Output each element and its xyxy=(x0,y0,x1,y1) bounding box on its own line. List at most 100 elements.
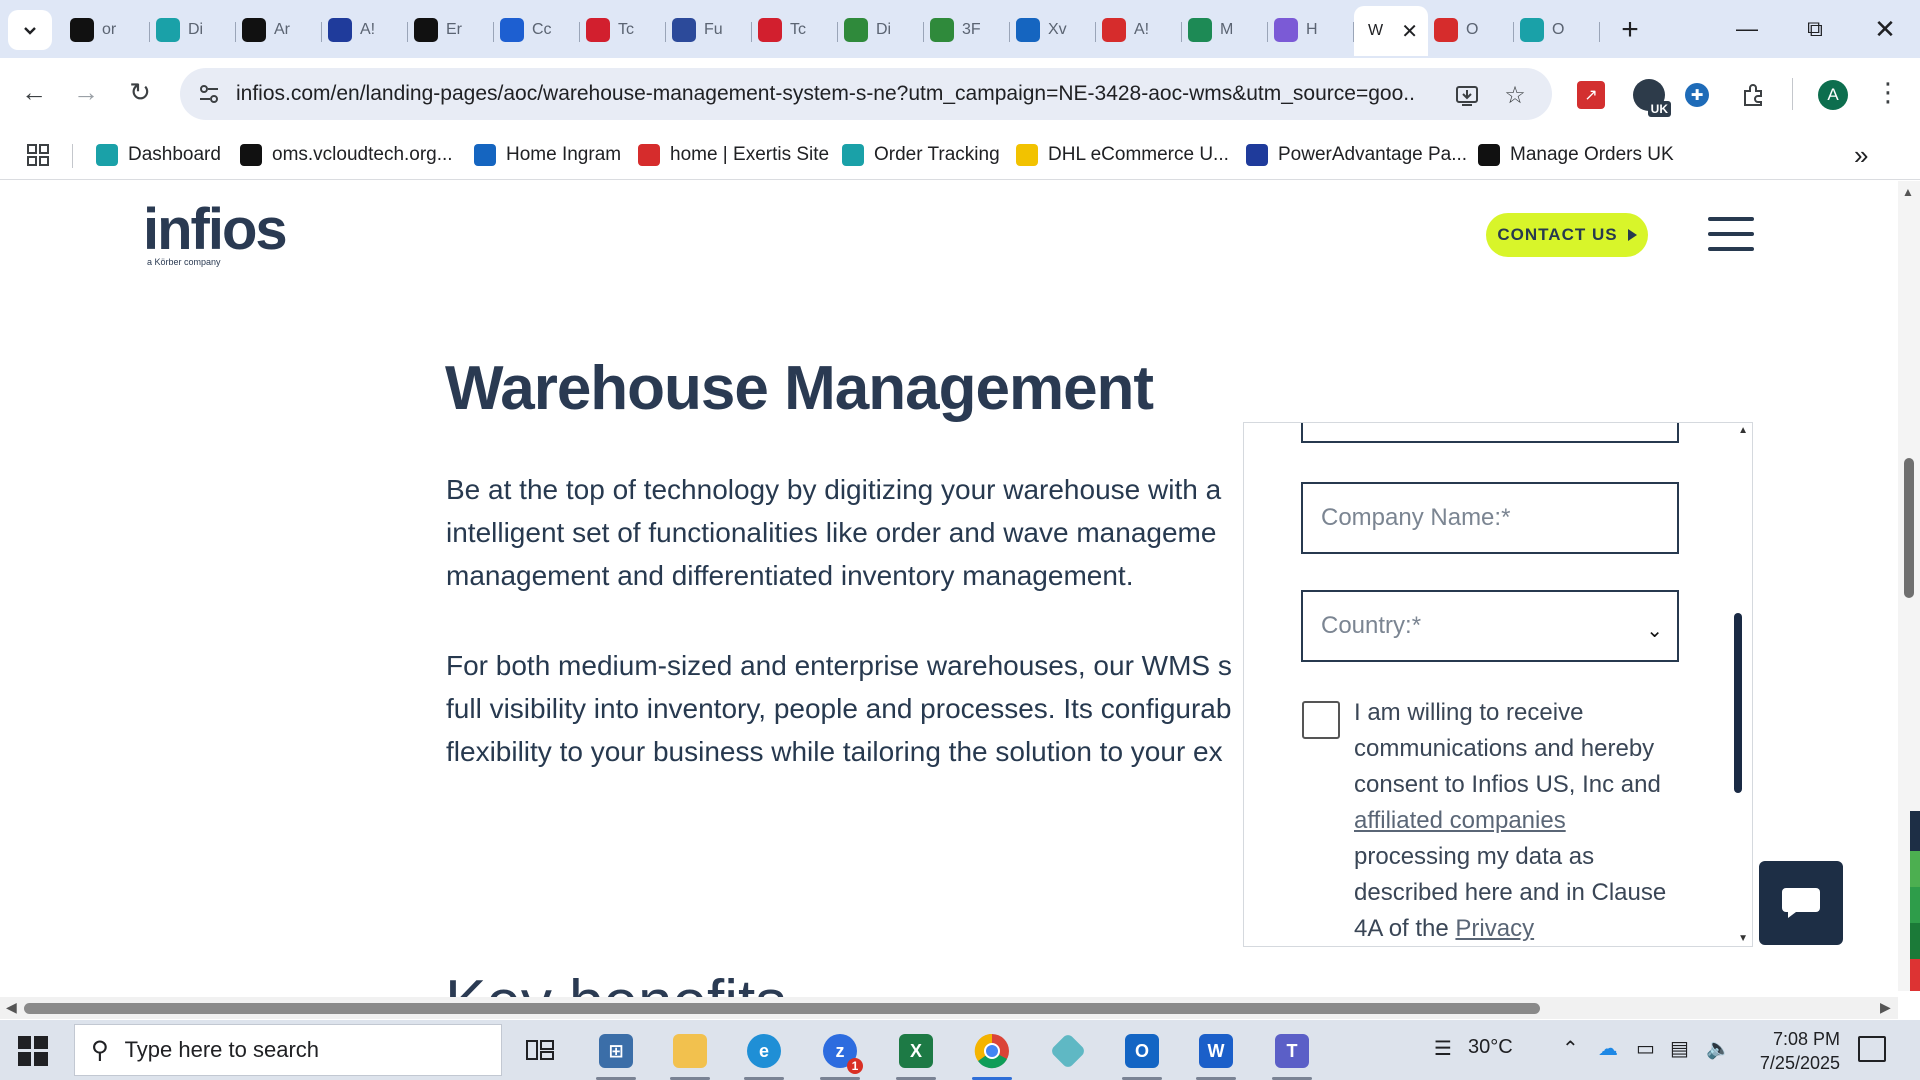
privacy-link[interactable]: Privacy xyxy=(1455,915,1534,942)
infios-logo[interactable]: infios a Körber company xyxy=(143,197,288,268)
bookmark-item[interactable]: Order Tracking xyxy=(842,140,1000,170)
tab-title: Ar xyxy=(274,21,290,38)
browser-tab[interactable]: O xyxy=(1428,8,1514,52)
chat-button[interactable] xyxy=(1759,861,1843,945)
page-horizontal-scrollbar[interactable]: ◀ ▶ xyxy=(0,997,1898,1019)
browser-tab[interactable]: 3F xyxy=(924,8,1010,52)
chrome-app-icon[interactable] xyxy=(964,1028,1020,1080)
edge-browser-icon[interactable]: e xyxy=(736,1028,792,1080)
browser-tab[interactable]: Er xyxy=(408,8,494,52)
scroll-left-icon[interactable]: ◀ xyxy=(6,999,17,1016)
windows-start-icon[interactable] xyxy=(18,1036,48,1066)
browser-tab[interactable]: A! xyxy=(1096,8,1182,52)
affiliated-companies-link[interactable]: affiliated companies xyxy=(1354,807,1566,834)
install-app-icon[interactable] xyxy=(1452,80,1482,110)
address-bar[interactable]: infios.com/en/landing-pages/aoc/warehous… xyxy=(180,68,1552,120)
forward-button[interactable]: → xyxy=(66,72,106,112)
taskbar-search-box[interactable]: ⚲ Type here to search xyxy=(74,1024,502,1076)
company-name-field[interactable]: Company Name:* xyxy=(1301,482,1679,554)
extensions-puzzle-icon[interactable] xyxy=(1736,78,1770,112)
outlook-app-icon[interactable]: O xyxy=(1114,1028,1170,1080)
word-app-icon[interactable]: W xyxy=(1188,1028,1244,1080)
c-icon xyxy=(586,18,610,42)
uk-extension-icon[interactable]: UK xyxy=(1632,78,1671,117)
hamburger-menu-icon[interactable] xyxy=(1708,217,1754,251)
show-hidden-icons-icon[interactable]: ⌃ xyxy=(1562,1036,1579,1061)
bookmark-item[interactable]: Manage Orders UK xyxy=(1478,140,1674,170)
browser-tab[interactable]: Tc xyxy=(580,8,666,52)
onedrive-icon[interactable]: ☁ xyxy=(1598,1036,1618,1061)
calculator-app-icon[interactable]: ⊞ xyxy=(588,1028,644,1080)
back-button[interactable]: ← xyxy=(14,72,54,112)
form-scroll-down-icon[interactable]: ▼ xyxy=(1738,933,1748,944)
previous-field[interactable] xyxy=(1301,423,1679,443)
browser-tab[interactable]: Di xyxy=(150,8,236,52)
bookmark-item[interactable]: DHL eCommerce U... xyxy=(1016,140,1229,170)
logo-text: infios xyxy=(143,197,288,262)
clock[interactable]: 7:08 PM 7/25/2025 xyxy=(1750,1027,1840,1075)
scroll-right-icon[interactable]: ▶ xyxy=(1880,999,1891,1016)
bookmark-star-icon[interactable]: ☆ xyxy=(1500,80,1530,110)
e-icon xyxy=(638,144,660,166)
pdf-extension-icon[interactable]: ↗ xyxy=(1574,78,1608,112)
browser-tab[interactable]: Xv xyxy=(1010,8,1096,52)
temperature-text[interactable]: 30°C xyxy=(1468,1036,1513,1059)
bookmark-item[interactable]: oms.vcloudtech.org... xyxy=(240,140,453,170)
lead-form-panel[interactable]: Company Name:* Country:* ⌄ I am willing … xyxy=(1243,422,1753,947)
bookmark-label: DHL eCommerce U... xyxy=(1048,144,1229,165)
c-icon xyxy=(842,144,864,166)
contact-us-button[interactable]: CONTACT US xyxy=(1486,213,1648,257)
zoom-app-icon[interactable]: z 1 xyxy=(812,1028,868,1080)
page-scroll-thumb[interactable] xyxy=(1904,458,1914,598)
notification-center-icon[interactable] xyxy=(1858,1036,1886,1062)
minimize-button[interactable]: — xyxy=(1714,4,1780,54)
browser-tab[interactable]: A! xyxy=(322,8,408,52)
browser-tab[interactable]: Fu xyxy=(666,8,752,52)
hexagon-icon xyxy=(156,18,180,42)
teams-app-icon[interactable]: T xyxy=(1264,1028,1320,1080)
browser-tab[interactable]: Cc xyxy=(494,8,580,52)
reload-button[interactable]: ↻ xyxy=(120,72,160,112)
bookmark-item[interactable]: PowerAdvantage Pa... xyxy=(1246,140,1467,170)
close-window-button[interactable]: ✕ xyxy=(1852,4,1918,54)
hexagon-app-icon[interactable] xyxy=(1040,1028,1096,1074)
scroll-up-icon[interactable]: ▲ xyxy=(1902,185,1914,199)
more-bookmarks-icon[interactable]: » xyxy=(1854,140,1868,170)
new-tab-button[interactable]: + xyxy=(1608,8,1652,52)
close-tab-icon[interactable]: ✕ xyxy=(1401,19,1418,44)
bookmark-item[interactable]: home | Exertis Site xyxy=(638,140,829,170)
file-explorer-icon[interactable] xyxy=(662,1028,718,1080)
horizontal-scroll-thumb[interactable] xyxy=(24,1003,1540,1014)
browser-tab[interactable]: or xyxy=(64,8,150,52)
browser-tab[interactable]: Di xyxy=(838,8,924,52)
task-view-icon[interactable] xyxy=(512,1028,568,1074)
site-info-icon[interactable] xyxy=(196,81,222,107)
browser-tab[interactable]: Tc xyxy=(752,8,838,52)
form-scrollbar-thumb[interactable] xyxy=(1734,613,1742,793)
browser-tab[interactable]: Ar xyxy=(236,8,322,52)
browser-tab[interactable]: O xyxy=(1514,8,1600,52)
form-scroll-up-icon[interactable]: ▲ xyxy=(1738,425,1748,436)
battery-icon[interactable]: ▭ xyxy=(1636,1036,1655,1061)
weather-icon[interactable]: ☰ xyxy=(1434,1036,1452,1061)
apps-grid-icon[interactable] xyxy=(26,140,50,170)
bookmark-label: PowerAdvantage Pa... xyxy=(1278,144,1468,165)
excel-app-icon[interactable]: X xyxy=(888,1028,944,1080)
bookmark-item[interactable]: Dashboard xyxy=(96,140,221,170)
shop-icon xyxy=(1434,18,1458,42)
restore-button[interactable]: ⧉ xyxy=(1782,4,1848,54)
profile-avatar[interactable]: A xyxy=(1818,80,1848,110)
bookmark-item[interactable]: Home Ingram xyxy=(474,140,621,170)
browser-tab[interactable]: M xyxy=(1182,8,1268,52)
browser-tab[interactable]: H xyxy=(1268,8,1354,52)
ingram-icon xyxy=(474,144,496,166)
translate-extension-icon[interactable]: ✚ xyxy=(1680,78,1714,112)
volume-icon[interactable]: 🔈 xyxy=(1706,1036,1731,1061)
tab-search-button[interactable] xyxy=(8,10,52,50)
url-text[interactable]: infios.com/en/landing-pages/aoc/warehous… xyxy=(236,82,1416,106)
country-select[interactable]: Country:* ⌄ xyxy=(1301,590,1679,662)
browser-tab[interactable]: W ✕ xyxy=(1354,6,1428,56)
browser-menu-button[interactable]: ⋮ xyxy=(1868,72,1908,112)
network-icon[interactable]: ▤ xyxy=(1670,1036,1689,1061)
consent-checkbox[interactable] xyxy=(1302,701,1340,739)
